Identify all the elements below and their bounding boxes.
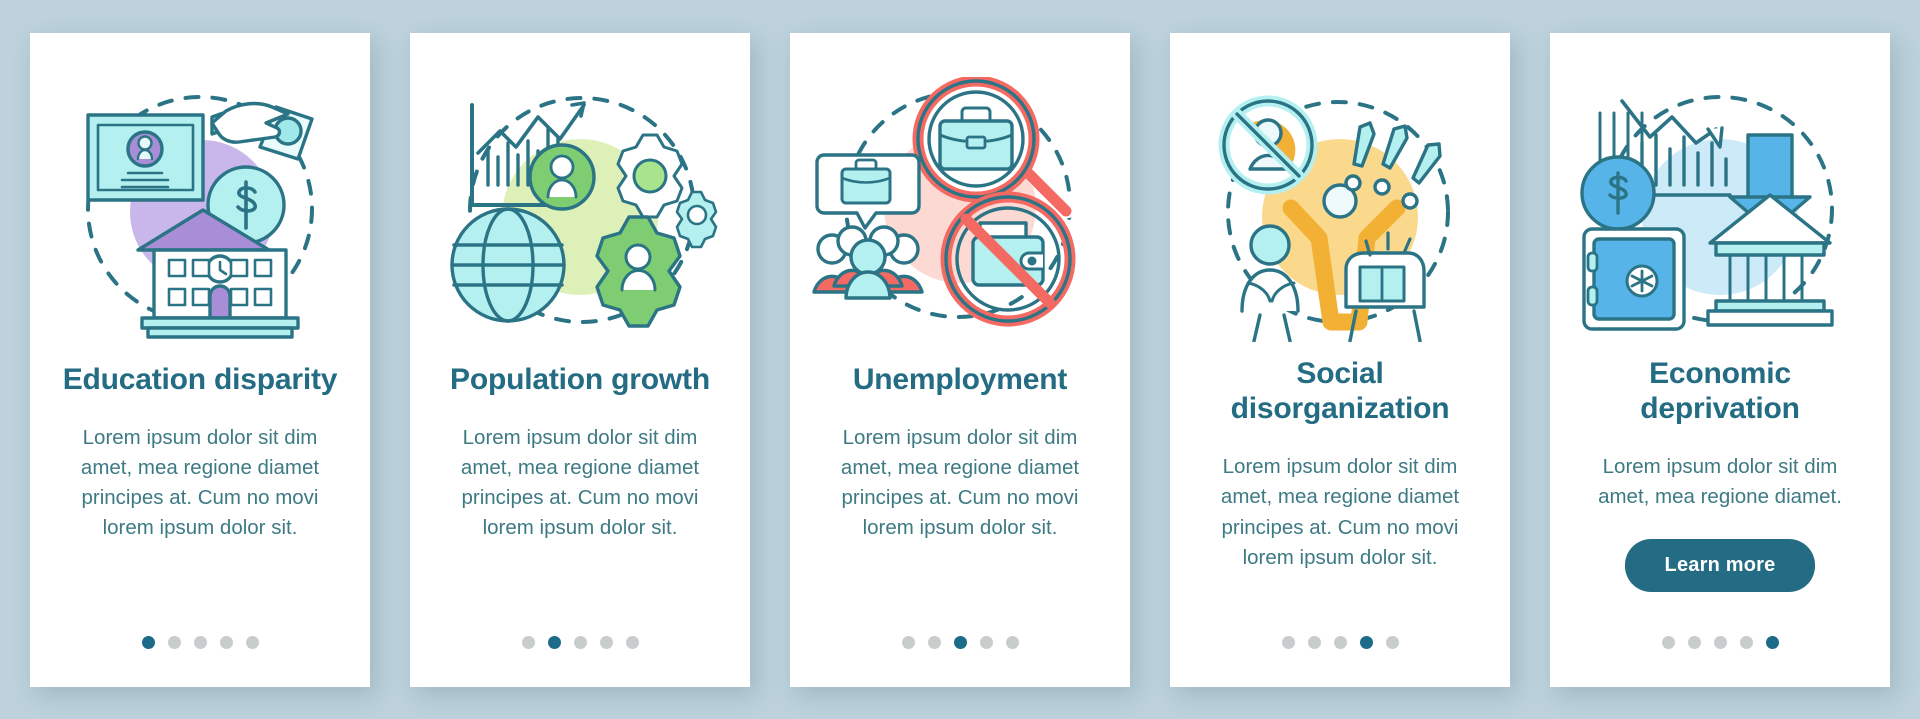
- pagination-dot[interactable]: [219, 635, 233, 649]
- pagination-dot[interactable]: [599, 635, 613, 649]
- pagination-dot[interactable]: [979, 635, 993, 649]
- education-disparity-illustration: [50, 77, 350, 342]
- pagination-dot[interactable]: [1713, 635, 1727, 649]
- pagination-dot[interactable]: [193, 635, 207, 649]
- pagination-dots[interactable]: [30, 635, 370, 649]
- onboarding-card-economic-deprivation[interactable]: Economic deprivation Lorem ipsum dolor s…: [1550, 32, 1890, 687]
- pagination-dot[interactable]: [625, 635, 639, 649]
- learn-more-button[interactable]: Learn more: [1624, 538, 1816, 592]
- page-title: Population growth: [450, 362, 710, 396]
- pagination-dot[interactable]: [1687, 635, 1701, 649]
- page-title: Education disparity: [62, 362, 338, 396]
- population-growth-illustration: [430, 77, 730, 342]
- pagination-dots[interactable]: [1170, 635, 1510, 649]
- pagination-dot[interactable]: [1739, 635, 1753, 649]
- pagination-dot[interactable]: [521, 635, 535, 649]
- pagination-dot[interactable]: [573, 635, 587, 649]
- pagination-dots[interactable]: [790, 635, 1130, 649]
- pagination-dot[interactable]: [1281, 635, 1295, 649]
- pagination-dot[interactable]: [901, 635, 915, 649]
- onboarding-screens-board: Education disparity Lorem ipsum dolor si…: [0, 0, 1920, 719]
- page-description: Lorem ipsum dolor sit dim amet, mea regi…: [80, 425, 320, 540]
- pagination-dot[interactable]: [1333, 635, 1347, 649]
- pagination-dot[interactable]: [1307, 635, 1321, 649]
- pagination-dot[interactable]: [1385, 635, 1399, 649]
- page-title: Economic deprivation: [1640, 356, 1800, 425]
- page-description: Lorem ipsum dolor sit dim amet, mea regi…: [1220, 455, 1460, 569]
- onboarding-card-social-disorganization[interactable]: Social disorganization Lorem ipsum dolor…: [1170, 32, 1510, 687]
- pagination-dot[interactable]: [141, 635, 155, 649]
- pagination-dots[interactable]: [410, 635, 750, 649]
- onboarding-card-education-disparity[interactable]: Education disparity Lorem ipsum dolor si…: [30, 32, 370, 687]
- pagination-dot[interactable]: [927, 635, 941, 649]
- pagination-dot[interactable]: [167, 635, 181, 649]
- economic-deprivation-illustration: [1570, 77, 1870, 342]
- page-title: Unemployment: [852, 362, 1068, 396]
- onboarding-card-unemployment[interactable]: Unemployment Lorem ipsum dolor sit dim a…: [790, 32, 1130, 687]
- pagination-dot[interactable]: [1005, 635, 1019, 649]
- pagination-dot[interactable]: [547, 635, 561, 649]
- pagination-dot[interactable]: [1661, 635, 1675, 649]
- page-description: Lorem ipsum dolor sit dim amet, mea regi…: [840, 425, 1080, 540]
- page-description: Lorem ipsum dolor sit dim amet, mea regi…: [460, 425, 700, 540]
- pagination-dots[interactable]: [1550, 635, 1890, 649]
- page-description: Lorem ipsum dolor sit dim amet, mea regi…: [1598, 455, 1842, 509]
- page-title: Social disorganization: [1230, 356, 1450, 425]
- unemployment-illustration: [810, 76, 1110, 342]
- pagination-dot[interactable]: [1765, 635, 1779, 649]
- pagination-dot[interactable]: [953, 635, 967, 649]
- onboarding-card-population-growth[interactable]: Population growth Lorem ipsum dolor sit …: [410, 32, 750, 687]
- pagination-dot[interactable]: [245, 635, 259, 649]
- pagination-dot[interactable]: [1359, 635, 1373, 649]
- social-disorganization-illustration: [1190, 77, 1490, 342]
